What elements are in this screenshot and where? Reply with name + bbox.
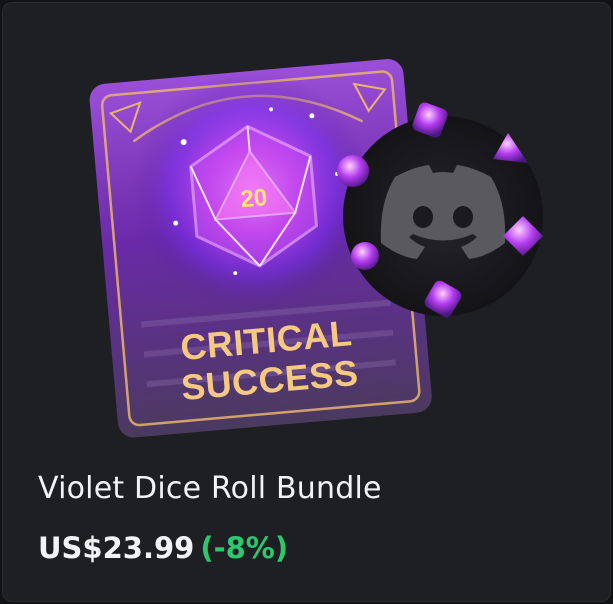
shop-item-card[interactable]: 20 CRITICAL SUCCESS Violet Dice Roll Bun… xyxy=(2,2,611,602)
product-price: US$23.99 xyxy=(38,531,195,565)
price-row: US$23.99 (-8%) xyxy=(38,531,288,565)
discount-badge: (-8%) xyxy=(200,531,289,565)
die-number-label: 20 xyxy=(239,184,268,213)
product-name: Violet Dice Roll Bundle xyxy=(38,471,382,506)
product-artwork: 20 CRITICAL SUCCESS xyxy=(83,41,563,451)
